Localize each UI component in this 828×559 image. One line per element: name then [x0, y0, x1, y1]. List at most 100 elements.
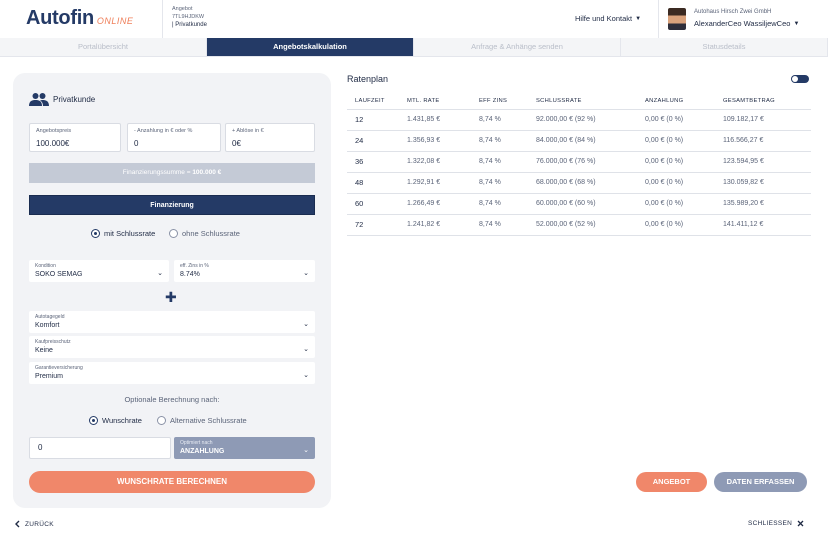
warranty-label: Garantieversicherung — [35, 365, 83, 371]
cell-final-rate: 84.000,00 € (84 %) — [536, 129, 645, 151]
cell-term: 60 — [347, 192, 407, 214]
gap-label: Autotagegeld — [35, 314, 65, 320]
tab-statusdetails[interactable]: Statusdetails — [621, 38, 828, 56]
tab-angebotskalkulation[interactable]: Angebotskalkulation — [207, 38, 414, 56]
interest-value: 8.74% — [180, 271, 200, 278]
ratenplan-table: LAUFZEIT MTL. RATE EFF ZINS SCHLUSSRATE … — [347, 93, 811, 236]
people-icon — [29, 93, 49, 106]
main-tabs: Portalübersicht Angebotskalkulation Anfr… — [0, 38, 828, 57]
cell-monthly-rate: 1.356,93 € — [407, 129, 479, 151]
close-icon — [797, 520, 804, 527]
table-row[interactable]: 60 1.266,49 € 8,74 % 60.000,00 € (60 %) … — [347, 192, 811, 214]
radio-alternative-final-rate[interactable]: Alternative Schlussrate — [157, 416, 247, 425]
radio-checked-icon — [91, 229, 100, 238]
table-row[interactable]: 36 1.322,08 € 8,74 % 76.000,00 € (76 %) … — [347, 150, 811, 172]
column-header: EFF ZINS — [479, 97, 508, 104]
ratenplan-toggle[interactable] — [791, 75, 809, 83]
cell-total: 135.989,20 € — [723, 192, 811, 214]
cell-eff-interest: 8,74 % — [479, 171, 536, 193]
purchase-protection-select[interactable]: Kaufpreisschutz Keine ⌄ — [29, 336, 315, 358]
table-row[interactable]: 12 1.431,85 € 8,74 % 92.000,00 € (92 %) … — [347, 108, 811, 130]
optimize-value: ANZAHLUNG — [180, 448, 225, 455]
chevron-down-icon: ⌄ — [303, 321, 309, 328]
radio-without-final-rate-label: ohne Schlussrate — [182, 229, 240, 238]
offer-label: Angebot — [172, 6, 193, 12]
app-header: Autofin ONLINE Angebot 7TL9HJDKW | Priva… — [0, 0, 828, 38]
brand-name: Autofin — [26, 7, 94, 29]
optional-calculation-title: Optionale Berechnung nach: — [124, 395, 220, 404]
cell-down-payment: 0,00 € (0 %) — [645, 213, 723, 236]
caret-down-icon: ▼ — [793, 20, 800, 27]
back-link[interactable]: ZURÜCK — [14, 520, 54, 528]
tab-portaluebersicht[interactable]: Portalübersicht — [0, 38, 207, 56]
radio-with-final-rate[interactable]: mit Schlussrate — [91, 229, 155, 238]
cell-monthly-rate: 1.292,91 € — [407, 171, 479, 193]
table-row[interactable]: 72 1.241,82 € 8,74 % 52.000,00 € (52 %) … — [347, 213, 811, 236]
ratenplan-title: Ratenplan — [347, 74, 389, 84]
radio-without-final-rate[interactable]: ohne Schlussrate — [169, 229, 240, 238]
trade-in-value: 0€ — [232, 139, 241, 148]
cell-down-payment: 0,00 € (0 %) — [645, 150, 723, 172]
condition-select[interactable]: Kondition SOKO SEMAG ⌄ — [29, 260, 169, 282]
wish-rate-input[interactable]: 0 — [29, 437, 171, 459]
trade-in-label: + Ablöse in € — [232, 128, 264, 134]
help-menu[interactable]: Hilfe und Kontakt ▼ — [575, 14, 641, 23]
close-label: SCHLIESSEN — [748, 520, 793, 527]
page: Autofin ONLINE Angebot 7TL9HJDKW | Priva… — [0, 0, 828, 559]
brand-logo[interactable]: Autofin ONLINE — [26, 7, 133, 30]
header-divider — [658, 0, 659, 38]
table-row[interactable]: 48 1.292,91 € 8,74 % 68.000,00 € (68 %) … — [347, 171, 811, 193]
chevron-down-icon: ⌄ — [303, 346, 309, 353]
offer-button[interactable]: ANGEBOT — [636, 472, 707, 492]
table-row[interactable]: 24 1.356,93 € 8,74 % 84.000,00 € (84 %) … — [347, 129, 811, 151]
cell-eff-interest: 8,74 % — [479, 108, 536, 130]
customer-type-label: Privatkunde — [53, 95, 96, 104]
financing-button[interactable]: Finanzierung — [29, 195, 315, 215]
chevron-down-icon: ⌄ — [157, 270, 163, 277]
close-link[interactable]: SCHLIESSEN — [748, 520, 804, 527]
radio-wish-rate[interactable]: Wunschrate — [89, 416, 142, 425]
cell-term: 36 — [347, 150, 407, 172]
cell-eff-interest: 8,74 % — [479, 192, 536, 214]
tab-anfrage-anhaenge[interactable]: Anfrage & Anhänge senden — [414, 38, 621, 56]
back-label: ZURÜCK — [25, 520, 54, 528]
user-menu[interactable]: AlexanderCeo WassiljewCeo ▼ — [694, 19, 799, 28]
table-header-row: LAUFZEIT MTL. RATE EFF ZINS SCHLUSSRATE … — [347, 93, 811, 109]
down-payment-value: 0 — [134, 139, 139, 148]
column-header: LAUFZEIT — [355, 97, 385, 104]
chevron-down-icon: ⌄ — [303, 372, 309, 379]
price-value: 100.000€ — [36, 139, 70, 148]
cell-total: 116.566,27 € — [723, 129, 811, 151]
cell-total: 109.182,17 € — [723, 108, 811, 130]
cell-final-rate: 60.000,00 € (60 %) — [536, 192, 645, 214]
trade-in-field[interactable]: + Ablöse in € 0€ — [225, 123, 315, 152]
warranty-select[interactable]: Garantieversicherung Premium ⌄ — [29, 362, 315, 384]
optimize-label: Optimiert nach — [180, 440, 213, 446]
optimize-select[interactable]: Optimiert nach ANZAHLUNG ⌄ — [174, 437, 315, 459]
brand-suffix: ONLINE — [96, 16, 134, 26]
plus-icon[interactable]: ✚ — [165, 290, 177, 304]
price-field[interactable]: Angebotspreis 100.000€ — [29, 123, 121, 152]
offer-id: 7TL9HJDKW — [172, 14, 205, 20]
offer-info: Angebot 7TL9HJDKW | Privatkunde — [172, 5, 207, 29]
radio-wish-rate-label: Wunschrate — [102, 416, 142, 425]
user-name: AlexanderCeo WassiljewCeo — [694, 19, 791, 28]
down-payment-field[interactable]: - Anzahlung in € oder % 0 — [127, 123, 221, 152]
financing-sum-label: Finanzierungssumme = — [122, 169, 193, 176]
warranty-value: Premium — [35, 373, 64, 380]
radio-with-final-rate-label: mit Schlussrate — [104, 229, 156, 238]
cell-final-rate: 52.000,00 € (52 %) — [536, 213, 645, 236]
cell-eff-interest: 8,74 % — [479, 213, 536, 236]
avatar[interactable] — [668, 8, 686, 30]
cell-down-payment: 0,00 € (0 %) — [645, 192, 723, 214]
gap-select[interactable]: Autotagegeld Komfort ⌄ — [29, 311, 315, 333]
financing-sum-value: 100.000 € — [192, 169, 222, 176]
financing-sum-bar: Finanzierungssumme = 100.000 € — [29, 163, 315, 183]
caret-down-icon: ▼ — [635, 15, 642, 22]
cell-monthly-rate: 1.241,82 € — [407, 213, 479, 236]
cell-total: 130.059,82 € — [723, 171, 811, 193]
interest-select[interactable]: eff. Zins in % 8.74% ⌄ — [174, 260, 315, 282]
help-menu-label: Hilfe und Kontakt — [575, 14, 633, 23]
calculate-wish-rate-button[interactable]: WUNSCHRATE BERECHNEN — [29, 471, 315, 493]
capture-data-button[interactable]: DATEN ERFASSEN — [714, 472, 807, 492]
